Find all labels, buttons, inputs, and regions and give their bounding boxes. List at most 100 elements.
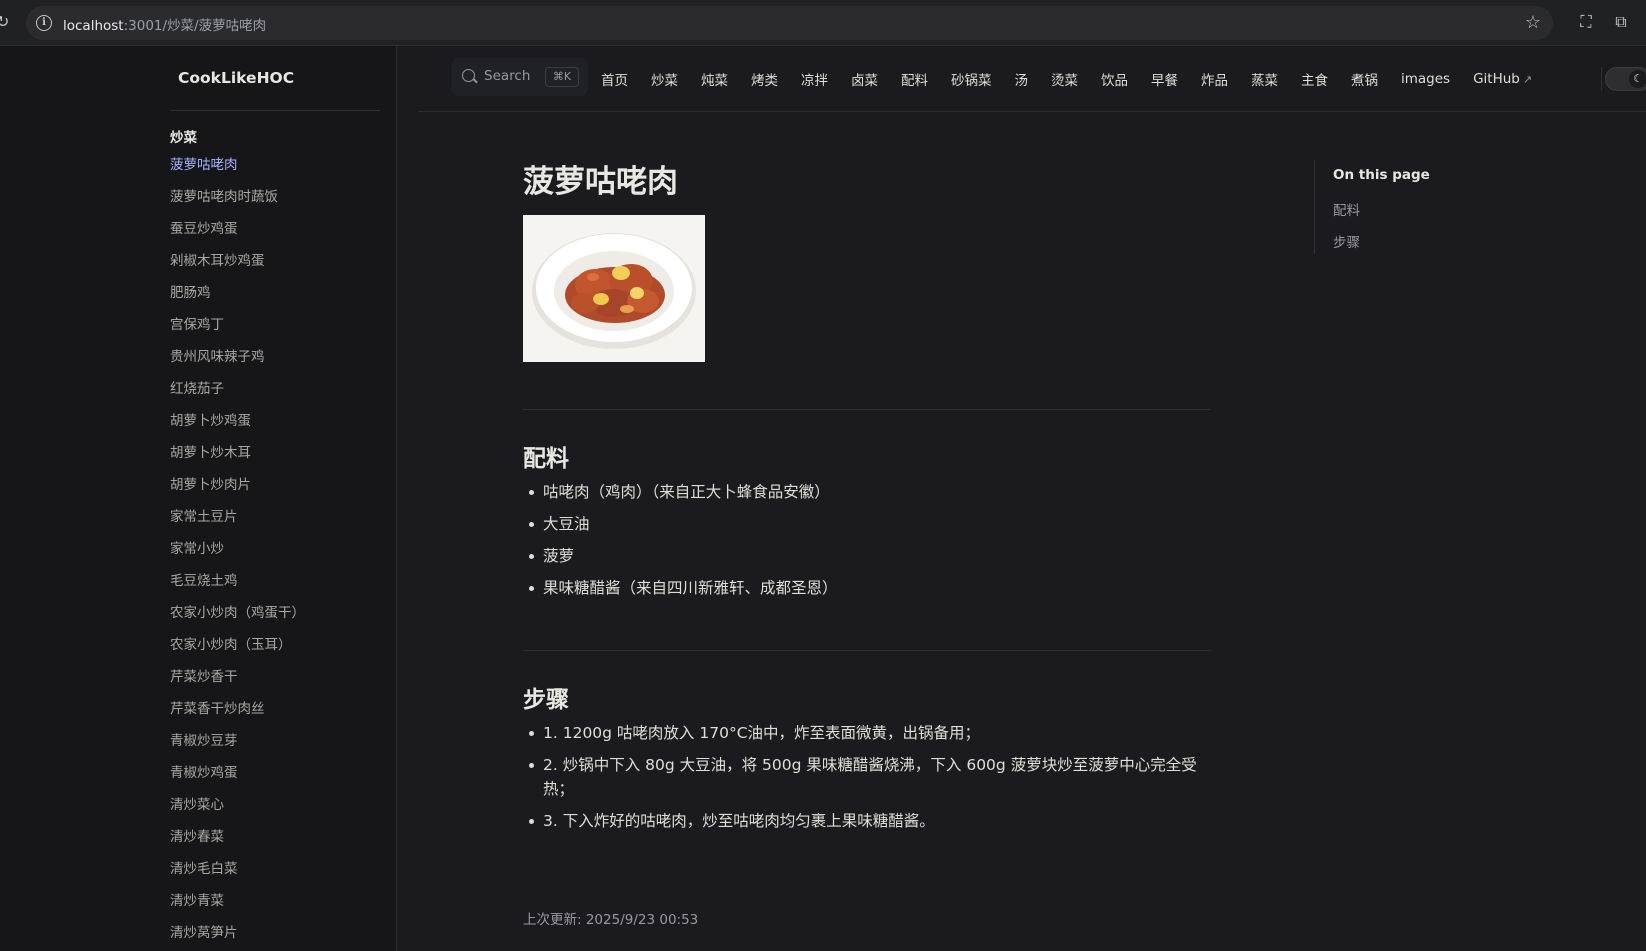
nav-link-label: 早餐 (1151, 73, 1178, 89)
step-item: 3. 下入炸好的咕咾肉，炒至咕咾肉均匀裹上果味糖醋酱。 (523, 809, 1213, 833)
nav-link[interactable]: 炒菜 (651, 69, 678, 89)
site-title[interactable]: CookLikeHOC (178, 69, 294, 87)
ingredient-item: 咕咾肉（鸡肉）（来自正大卜蜂食品安徽） (523, 480, 1213, 504)
bookmark-star-icon[interactable]: ☆ (1525, 12, 1541, 33)
sidebar-item[interactable]: 肥肠鸡 (170, 277, 305, 309)
ingredient-item: 大豆油 (523, 512, 1213, 536)
page-outline: On this page 配料 步骤 (1314, 160, 1514, 254)
nav-link-label: 砂锅菜 (951, 73, 992, 89)
nav-link[interactable]: 凉拌 (801, 69, 828, 89)
nav-link-label: 烤类 (751, 73, 778, 89)
nav-link-label: 凉拌 (801, 73, 828, 89)
sidebar-item[interactable]: 青椒炒鸡蛋 (170, 757, 305, 789)
nav-link-label: 煮锅 (1351, 73, 1378, 89)
nav-link[interactable]: 烤类 (751, 69, 778, 89)
nav-link-label: 炒菜 (651, 73, 678, 89)
sidebar-group-title[interactable]: 炒菜 (170, 126, 197, 146)
reload-icon[interactable]: ↻ (0, 12, 10, 32)
nav-link-label: 主食 (1301, 73, 1328, 89)
divider (523, 409, 1211, 410)
steps-heading: 步骤 (523, 687, 569, 713)
sidebar-item[interactable]: 家常土豆片 (170, 501, 305, 533)
sidebar-item[interactable]: 芹菜香干炒肉丝 (170, 693, 305, 725)
nav-link-label: 蒸菜 (1251, 73, 1278, 89)
nav-link[interactable]: 早餐 (1151, 69, 1178, 89)
steps-list: 1. 1200g 咕咾肉放入 170°C油中，炸至表面微黄，出锅备用； 2. 炒锅… (523, 721, 1213, 841)
sidebar-item[interactable]: 清炒毛白菜 (170, 853, 305, 885)
top-nav: Search ⌘K 首页 炒菜 炖菜 烤类 凉拌 卤菜 配料 砂锅菜 汤 烫菜 饮品 早餐 炸品 蒸菜 主食… (418, 46, 1646, 112)
url-text[interactable]: localhost:3001/炒菜/菠萝咕咾肉 (63, 14, 266, 34)
nav-link[interactable]: 饮品 (1101, 69, 1128, 89)
address-bar[interactable]: i localhost:3001/炒菜/菠萝咕咾肉 ☆ (26, 6, 1553, 40)
nav-link[interactable]: 砂锅菜 (951, 69, 992, 89)
ingredient-item: 菠萝 (523, 544, 1213, 568)
search-label: Search (484, 68, 531, 84)
nav-link[interactable]: 炖菜 (701, 69, 728, 89)
sidebar-item[interactable]: 剁椒木耳炒鸡蛋 (170, 245, 305, 277)
sidebar-item[interactable]: 胡萝卜炒肉片 (170, 469, 305, 501)
sidebar-item[interactable]: 菠萝咕咾肉 (170, 149, 305, 181)
dish-image (523, 215, 705, 362)
outline-link-ingredients[interactable]: 配料 (1333, 199, 1360, 219)
nav-link-label: 饮品 (1101, 73, 1128, 89)
ingredients-list: 咕咾肉（鸡肉）（来自正大卜蜂食品安徽） 大豆油菠萝果味糖醋酱（来自四川新雅轩、成都… (523, 480, 1213, 608)
ingredients-heading: 配料 (523, 446, 569, 472)
sidebar-item[interactable]: 农家小炒肉（鸡蛋干） (170, 597, 305, 629)
extensions-icon[interactable]: ⧉ (1611, 12, 1631, 32)
sidebar-item[interactable]: 青椒炒豆芽 (170, 725, 305, 757)
sidebar-item[interactable]: 芹菜炒香干 (170, 661, 305, 693)
sidebar-item[interactable]: 蚕豆炒鸡蛋 (170, 213, 305, 245)
external-link-icon: ↗ (1522, 73, 1533, 86)
nav-link[interactable]: 蒸菜 (1251, 69, 1278, 89)
page-title: 菠萝咕咾肉 (523, 164, 678, 200)
cast-icon[interactable]: ⛶ (1576, 12, 1596, 32)
nav-link-label: 首页 (601, 73, 628, 89)
sidebar-list: 菠萝咕咾肉 菠萝咕咾肉时蔬饭 蚕豆炒鸡蛋 剁椒木耳炒鸡蛋 肥肠鸡 宫保鸡丁 贵州风味辣子鸡红… (170, 149, 305, 949)
theme-toggle[interactable]: ☾ (1605, 67, 1646, 91)
nav-link[interactable]: 主食 (1301, 69, 1328, 89)
sidebar-item[interactable]: 清炒莴笋片 (170, 917, 305, 949)
nav-link-label: 配料 (901, 73, 928, 89)
sidebar-item[interactable]: 胡萝卜炒木耳 (170, 437, 305, 469)
search-button[interactable]: Search ⌘K (451, 58, 588, 96)
nav-link-label: GitHub (1473, 71, 1520, 87)
sidebar-item[interactable]: 家常小炒 (170, 533, 305, 565)
outline-link-steps[interactable]: 步骤 (1333, 231, 1360, 251)
sidebar-item[interactable]: 毛豆烧土鸡 (170, 565, 305, 597)
outline-title: On this page (1333, 167, 1430, 183)
nav-link-label: 烫菜 (1051, 73, 1078, 89)
search-icon (462, 69, 475, 82)
sidebar-item[interactable]: 菠萝咕咾肉时蔬饭 (170, 181, 305, 213)
moon-icon: ☾ (1629, 70, 1646, 88)
step-item: 1. 1200g 咕咾肉放入 170°C油中，炸至表面微黄，出锅备用； (523, 721, 1213, 745)
divider (523, 650, 1211, 651)
last-updated: 上次更新: 2025/9/23 00:53 (523, 912, 699, 928)
nav-link[interactable]: 炸品 (1201, 69, 1228, 89)
nav-link[interactable]: GitHub ↗ (1473, 71, 1532, 87)
nav-link[interactable]: 煮锅 (1351, 69, 1378, 89)
sidebar-item[interactable]: 贵州风味辣子鸡 (170, 341, 305, 373)
divider (170, 110, 380, 111)
divider (1601, 67, 1602, 91)
search-shortcut: ⌘K (545, 67, 579, 87)
sidebar-item[interactable]: 清炒春菜 (170, 821, 305, 853)
nav-link[interactable]: 卤菜 (851, 69, 878, 89)
nav-link[interactable]: 首页 (601, 69, 628, 89)
sidebar-item[interactable]: 宫保鸡丁 (170, 309, 305, 341)
sidebar-item[interactable]: 清炒菜心 (170, 789, 305, 821)
nav-link-label: 汤 (1014, 73, 1029, 89)
sidebar: CookLikeHOC 炒菜 菠萝咕咾肉 菠萝咕咾肉时蔬饭 蚕豆炒鸡蛋 剁椒木耳炒鸡蛋… (0, 46, 397, 951)
ingredient-item: 果味糖醋酱（来自四川新雅轩、成都圣恩） (523, 576, 1213, 600)
nav-link-label: images (1401, 71, 1451, 87)
sidebar-item[interactable]: 胡萝卜炒鸡蛋 (170, 405, 305, 437)
nav-link[interactable]: images (1401, 71, 1450, 87)
site-info-icon[interactable]: i (36, 15, 52, 31)
browser-toolbar: ↻ i localhost:3001/炒菜/菠萝咕咾肉 ☆ ⛶ ⧉ (0, 0, 1646, 46)
nav-link-label: 卤菜 (851, 73, 878, 89)
sidebar-item[interactable]: 清炒青菜 (170, 885, 305, 917)
sidebar-item[interactable]: 农家小炒肉（玉耳） (170, 629, 305, 661)
nav-link[interactable]: 配料 (901, 69, 928, 89)
nav-link[interactable]: 烫菜 (1051, 69, 1078, 89)
nav-link[interactable]: 汤 (1015, 69, 1029, 89)
sidebar-item[interactable]: 红烧茄子 (170, 373, 305, 405)
